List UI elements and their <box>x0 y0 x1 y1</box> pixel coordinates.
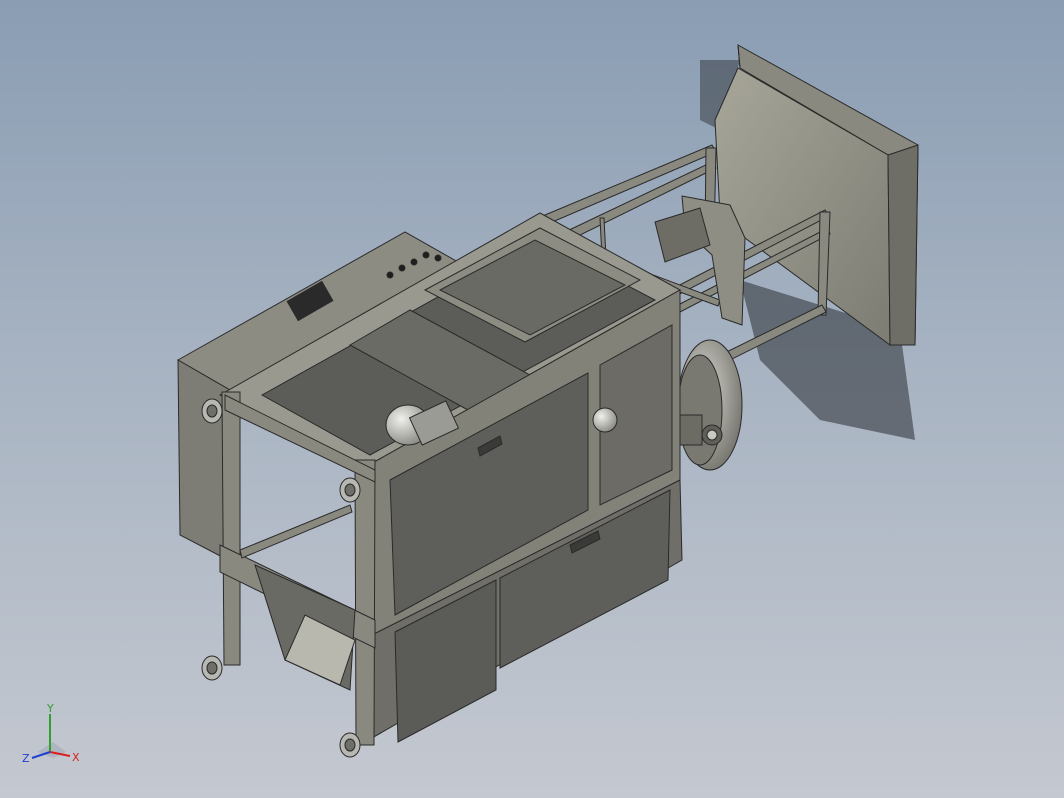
y-axis-label: Y <box>46 702 54 715</box>
3d-model-viewport[interactable] <box>0 0 1064 798</box>
foot-icon <box>201 398 223 424</box>
main-frame <box>218 212 683 743</box>
x-axis-label: X <box>72 751 80 764</box>
z-axis-label: Z <box>22 752 30 765</box>
foot-icon <box>201 655 223 681</box>
orientation-triad[interactable]: Y X Z <box>18 700 88 770</box>
fan-housing <box>677 339 743 471</box>
discharge-chute <box>254 564 356 691</box>
foot-icon <box>339 477 361 503</box>
foot-icon <box>339 732 361 758</box>
